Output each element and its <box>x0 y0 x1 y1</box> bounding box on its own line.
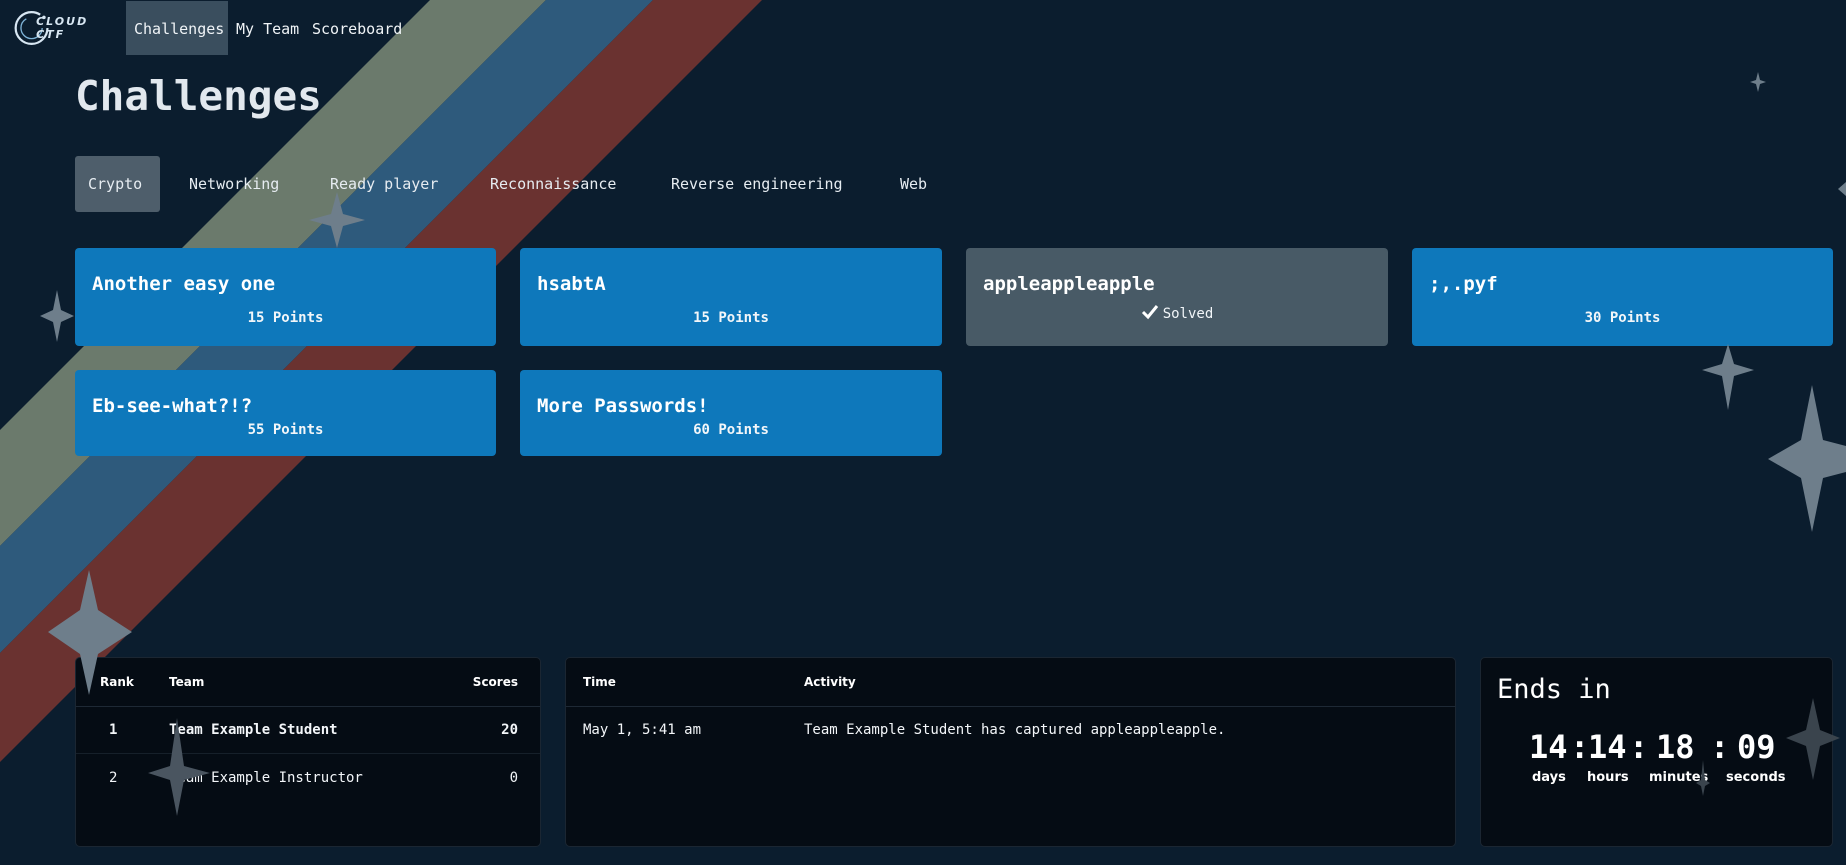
sparkle-icon <box>1750 72 1766 92</box>
divider <box>76 753 540 754</box>
page-title: Challenges <box>75 72 322 120</box>
challenge-points: 15 Points <box>247 310 324 326</box>
challenge-title: Eb-see-what?!? <box>92 395 253 417</box>
tab-networking[interactable]: Networking <box>189 156 279 212</box>
top-navbar: CLOUD CTF Challenges My Team Scoreboard <box>0 0 1846 56</box>
brand-logo[interactable]: CLOUD CTF <box>13 4 113 52</box>
challenge-card[interactable]: ;,.pyf 30 Points <box>1412 248 1833 346</box>
time-header: Time <box>583 675 616 689</box>
tab-reverse-engineering[interactable]: Reverse engineering <box>671 156 843 212</box>
challenge-title: Another easy one <box>92 273 276 295</box>
tab-reconnaissance[interactable]: Reconnaissance <box>490 156 616 212</box>
score-cell: 0 <box>509 770 518 786</box>
scoreboard-panel: Rank Team Scores 1 Team Example Student … <box>75 657 541 847</box>
challenge-card[interactable]: More Passwords! 60 Points <box>520 370 942 456</box>
countdown-minutes: 18 <box>1656 728 1695 766</box>
challenge-points: 60 Points <box>693 422 769 438</box>
countdown-panel: Ends in 14 : 14 : 18 : 09 days hours min… <box>1480 657 1833 847</box>
divider <box>76 706 540 707</box>
tab-ready-player[interactable]: Ready player <box>330 156 438 212</box>
solved-label: Solved <box>1162 306 1214 322</box>
team-cell[interactable]: Team Example Student <box>169 722 338 738</box>
countdown-sep: : <box>1629 728 1649 766</box>
rank-cell: 1 <box>109 722 118 738</box>
challenge-card[interactable]: Another easy one 15 Points <box>75 248 496 346</box>
label-seconds: seconds <box>1726 770 1786 785</box>
activity-header: Activity <box>804 675 856 689</box>
sparkle-icon <box>1838 182 1846 196</box>
solved-status: Solved <box>966 304 1388 322</box>
divider <box>566 706 1455 707</box>
challenge-points: 55 Points <box>247 422 324 438</box>
rank-cell: 2 <box>109 770 118 786</box>
activity-time: May 1, 5:41 am <box>583 722 702 738</box>
challenge-title: hsabtA <box>537 273 606 295</box>
challenge-title: More Passwords! <box>537 395 709 417</box>
tab-crypto[interactable]: Crypto <box>75 156 160 212</box>
sparkle-icon <box>40 290 74 342</box>
team-cell[interactable]: Team Example Instructor <box>169 770 363 786</box>
challenge-card[interactable]: hsabtA 15 Points <box>520 248 942 346</box>
sparkle-icon <box>1768 385 1846 532</box>
countdown-sep: : <box>1710 728 1730 766</box>
countdown-hours: 14 <box>1588 728 1627 766</box>
challenge-card[interactable]: Eb-see-what?!? 55 Points <box>75 370 496 456</box>
nav-scoreboard[interactable]: Scoreboard <box>304 1 410 55</box>
team-header: Team <box>169 675 205 689</box>
sparkle-icon <box>1702 344 1754 410</box>
label-minutes: minutes <box>1649 770 1709 785</box>
nav-my-team[interactable]: My Team <box>228 1 307 55</box>
brand-name: CLOUD CTF <box>36 15 89 41</box>
challenge-points: 30 Points <box>1584 310 1661 326</box>
nav-challenges[interactable]: Challenges <box>126 1 228 55</box>
challenge-title: appleappleapple <box>983 273 1155 295</box>
countdown-title: Ends in <box>1497 674 1611 705</box>
activity-panel: Time Activity May 1, 5:41 am Team Exampl… <box>565 657 1456 847</box>
label-days: days <box>1532 770 1566 785</box>
countdown-days: 14 <box>1529 728 1568 766</box>
check-icon <box>1141 305 1158 320</box>
challenge-card-solved[interactable]: appleappleapple Solved <box>966 248 1388 346</box>
challenge-title: ;,.pyf <box>1429 273 1498 295</box>
tab-web[interactable]: Web <box>900 156 927 212</box>
score-cell: 20 <box>501 722 518 738</box>
activity-text: Team Example Student has captured applea… <box>804 722 1226 738</box>
rank-header: Rank <box>100 675 134 689</box>
label-hours: hours <box>1587 770 1629 785</box>
countdown-sep: : <box>1570 728 1590 766</box>
challenge-points: 15 Points <box>693 310 769 326</box>
scores-header: Scores <box>472 675 518 689</box>
countdown-seconds: 09 <box>1737 728 1776 766</box>
